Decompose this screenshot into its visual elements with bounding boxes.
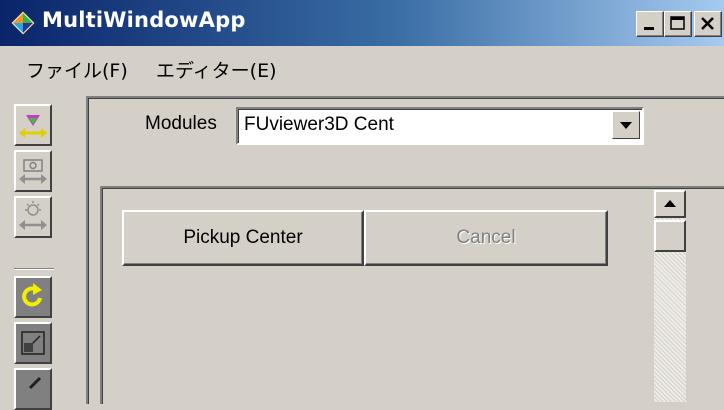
arrow-tool-icon <box>28 376 42 390</box>
minimize-icon <box>644 27 654 30</box>
dropdown-button[interactable] <box>612 111 640 139</box>
tool-button-rotate[interactable] <box>14 276 52 318</box>
tool-button-camera[interactable] <box>14 150 52 192</box>
modules-selected-value: FUviewer3D Cent <box>244 114 394 135</box>
scroll-up-button[interactable] <box>654 190 686 218</box>
menu-bar: ファイル(F) エディター(E) <box>0 46 724 88</box>
lightbulb-arrows-icon <box>19 201 47 230</box>
maximize-icon <box>670 16 685 30</box>
title-bar[interactable]: MultiWindowApp <box>0 0 724 46</box>
tool-button-more[interactable] <box>14 368 52 410</box>
toolbar-separator <box>14 268 54 270</box>
rotate-yellow-icon <box>22 283 42 307</box>
close-icon <box>701 17 714 30</box>
close-button[interactable] <box>694 11 722 37</box>
maximize-button[interactable] <box>664 11 692 37</box>
vertical-scrollbar[interactable] <box>654 190 686 402</box>
tool-button-light[interactable] <box>14 196 52 238</box>
pickup-center-button[interactable]: Pickup Center <box>122 210 364 266</box>
modules-dropdown[interactable]: FUviewer3D Cent <box>236 107 644 145</box>
tool-button-pyramid[interactable] <box>14 104 52 146</box>
app-diamond-icon <box>10 10 36 36</box>
tool-button-resize[interactable] <box>14 322 52 364</box>
pyramid-arrows-icon <box>19 115 47 138</box>
modules-label: Modules <box>145 113 217 134</box>
menu-file[interactable]: ファイル(F) <box>26 56 128 83</box>
camera-arrows-icon <box>19 159 47 184</box>
left-toolbar <box>14 92 54 410</box>
minimize-button[interactable] <box>636 11 664 37</box>
menu-editor[interactable]: エディター(E) <box>156 56 277 83</box>
resize-square-icon <box>21 331 45 355</box>
cancel-button[interactable]: Cancel <box>364 210 608 266</box>
scroll-thumb[interactable] <box>654 220 686 252</box>
window-title: MultiWindowApp <box>42 8 246 32</box>
chevron-down-icon <box>620 122 632 129</box>
arrow-up-icon <box>664 200 676 207</box>
